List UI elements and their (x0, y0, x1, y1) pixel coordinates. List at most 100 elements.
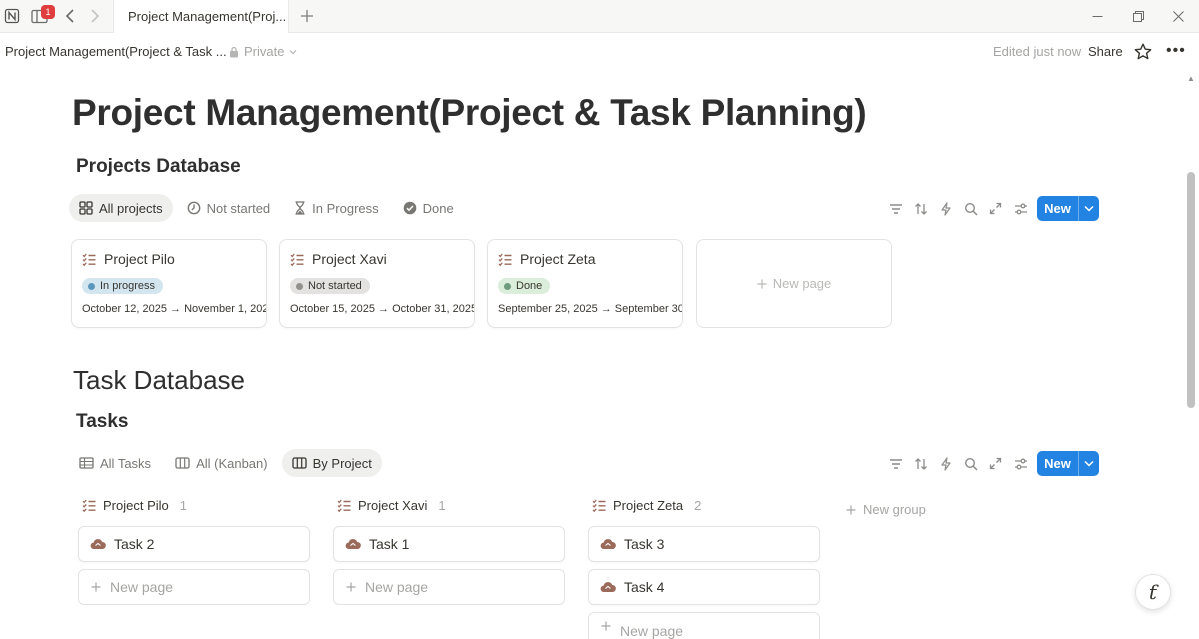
task-cloud-icon (600, 582, 616, 593)
gallery-new-page-button[interactable]: New page (696, 239, 892, 328)
status-label: In progress (100, 280, 156, 292)
scroll-up-arrow-icon[interactable]: ▲ (1186, 74, 1196, 84)
tab-title: Project Management(Proj... (128, 9, 287, 24)
task-card[interactable]: Task 4 (588, 569, 820, 605)
share-button[interactable]: Share (1088, 44, 1123, 59)
chevron-down-icon[interactable] (1079, 460, 1099, 467)
star-icon[interactable] (1133, 42, 1153, 62)
arrow-left-icon[interactable] (61, 7, 79, 25)
view-tab-not-started[interactable]: Not started (177, 194, 281, 222)
project-card-zeta[interactable]: Project Zeta Done September 25, 2025 → S… (487, 239, 683, 328)
checklist-icon (290, 253, 304, 266)
board-group-project-xavi[interactable]: Project Xavi 1 (337, 498, 446, 513)
task-card[interactable]: Task 2 (78, 526, 310, 562)
privacy-label: Private (244, 44, 285, 59)
expand-icon[interactable] (986, 199, 1005, 218)
checklist-icon (82, 253, 96, 266)
tasks-new-button[interactable]: New (1037, 451, 1099, 476)
checklist-icon (498, 253, 512, 266)
new-button-label: New (1044, 456, 1071, 471)
page-title[interactable]: Project Management(Project & Task Planni… (72, 92, 867, 134)
new-group-button[interactable]: New group (846, 502, 926, 517)
status-badge: In progress (82, 278, 164, 294)
projects-toolbar (886, 199, 1030, 218)
settings-sliders-icon[interactable] (1011, 454, 1030, 473)
board-new-page-button[interactable]: New page (78, 569, 310, 605)
group-name: Project Pilo (103, 498, 169, 513)
status-label: Done (516, 280, 543, 292)
board-group-project-zeta[interactable]: Project Zeta 2 (592, 498, 701, 513)
more-options-icon[interactable]: ••• (1166, 42, 1186, 60)
board-new-page-button[interactable]: New page (333, 569, 565, 605)
view-tab-label: By Project (312, 455, 372, 471)
task-card[interactable]: Task 3 (588, 526, 820, 562)
tasks-database-title[interactable]: Tasks (76, 411, 128, 433)
view-tab-label: In Progress (312, 200, 379, 216)
new-button-label: New (1044, 201, 1071, 216)
card-title: Project Pilo (104, 251, 175, 267)
card-dates: September 25, 2025 → September 30, 2025 (498, 303, 682, 315)
view-tab-by-project[interactable]: By Project (281, 449, 382, 477)
plus-icon (846, 505, 856, 514)
board-group-project-pilo[interactable]: Project Pilo 1 (82, 498, 187, 513)
help-button[interactable]: ƭ (1135, 574, 1171, 610)
search-icon[interactable] (961, 199, 980, 218)
task-cloud-icon (345, 539, 361, 550)
browser-tab[interactable]: Project Management(Proj... (113, 0, 289, 33)
projects-database-title[interactable]: Projects Database (76, 156, 241, 178)
view-tab-all-tasks[interactable]: All Tasks (69, 449, 161, 477)
project-card-pilo[interactable]: Project Pilo In progress October 12, 202… (71, 239, 267, 328)
view-tab-label: All (Kanban) (196, 455, 268, 471)
filter-icon[interactable] (886, 199, 905, 218)
tasks-toolbar (886, 454, 1030, 473)
task-cloud-icon (600, 539, 616, 550)
lightning-icon[interactable] (936, 199, 955, 218)
task-title: Task 3 (624, 536, 665, 552)
view-tab-all-kanban[interactable]: All (Kanban) (165, 449, 278, 477)
plus-icon[interactable] (298, 7, 316, 25)
sort-icon[interactable] (911, 454, 930, 473)
sort-icon[interactable] (911, 199, 930, 218)
board-icon (175, 457, 190, 469)
arrow-right-icon[interactable] (86, 7, 104, 25)
breadcrumb[interactable]: Project Management(Project & Task ... (5, 44, 227, 59)
chevron-down-icon (290, 49, 297, 54)
window-restore-icon[interactable] (1128, 6, 1148, 26)
group-name: Project Zeta (613, 498, 684, 513)
settings-sliders-icon[interactable] (1011, 199, 1030, 218)
board-new-page-button[interactable]: New page (588, 612, 820, 639)
view-tab-in-progress[interactable]: In Progress (284, 194, 388, 222)
view-tab-done[interactable]: Done (393, 194, 464, 222)
task-card[interactable]: Task 1 (333, 526, 565, 562)
search-icon[interactable] (961, 454, 980, 473)
card-dates: October 12, 2025 → November 1, 2025 (82, 303, 267, 315)
filter-icon[interactable] (886, 454, 905, 473)
project-card-xavi[interactable]: Project Xavi Not started October 15, 202… (279, 239, 475, 328)
group-name: Project Xavi (358, 498, 428, 513)
new-page-label: New page (365, 579, 429, 595)
projects-view-tabs: All projects Not started In Progress Don… (69, 194, 464, 222)
checklist-icon (337, 499, 351, 512)
new-page-label: New page (110, 579, 174, 595)
task-database-heading[interactable]: Task Database (73, 365, 245, 396)
board-icon (291, 457, 307, 469)
scrollbar-thumb[interactable] (1187, 172, 1195, 408)
status-badge: Done (498, 278, 551, 294)
view-tab-label: Not started (206, 200, 271, 216)
card-title: Project Zeta (520, 251, 596, 267)
group-count: 1 (179, 498, 187, 513)
task-title: Task 1 (369, 536, 410, 552)
lightning-icon[interactable] (936, 454, 955, 473)
projects-new-button[interactable]: New (1037, 196, 1099, 221)
notion-logo-icon[interactable] (3, 7, 21, 25)
window-minimize-icon[interactable] (1087, 6, 1107, 26)
privacy-selector[interactable]: Private (229, 44, 297, 59)
clock-icon (187, 201, 200, 215)
view-tab-all-projects[interactable]: All projects (69, 194, 173, 222)
window-close-icon[interactable] (1168, 6, 1188, 26)
chevron-down-icon[interactable] (1079, 205, 1099, 212)
edited-status: Edited just now (993, 44, 1082, 59)
help-icon: ƭ (1148, 580, 1158, 604)
expand-icon[interactable] (986, 454, 1005, 473)
tasks-view-tabs: All Tasks All (Kanban) By Project (69, 449, 382, 477)
